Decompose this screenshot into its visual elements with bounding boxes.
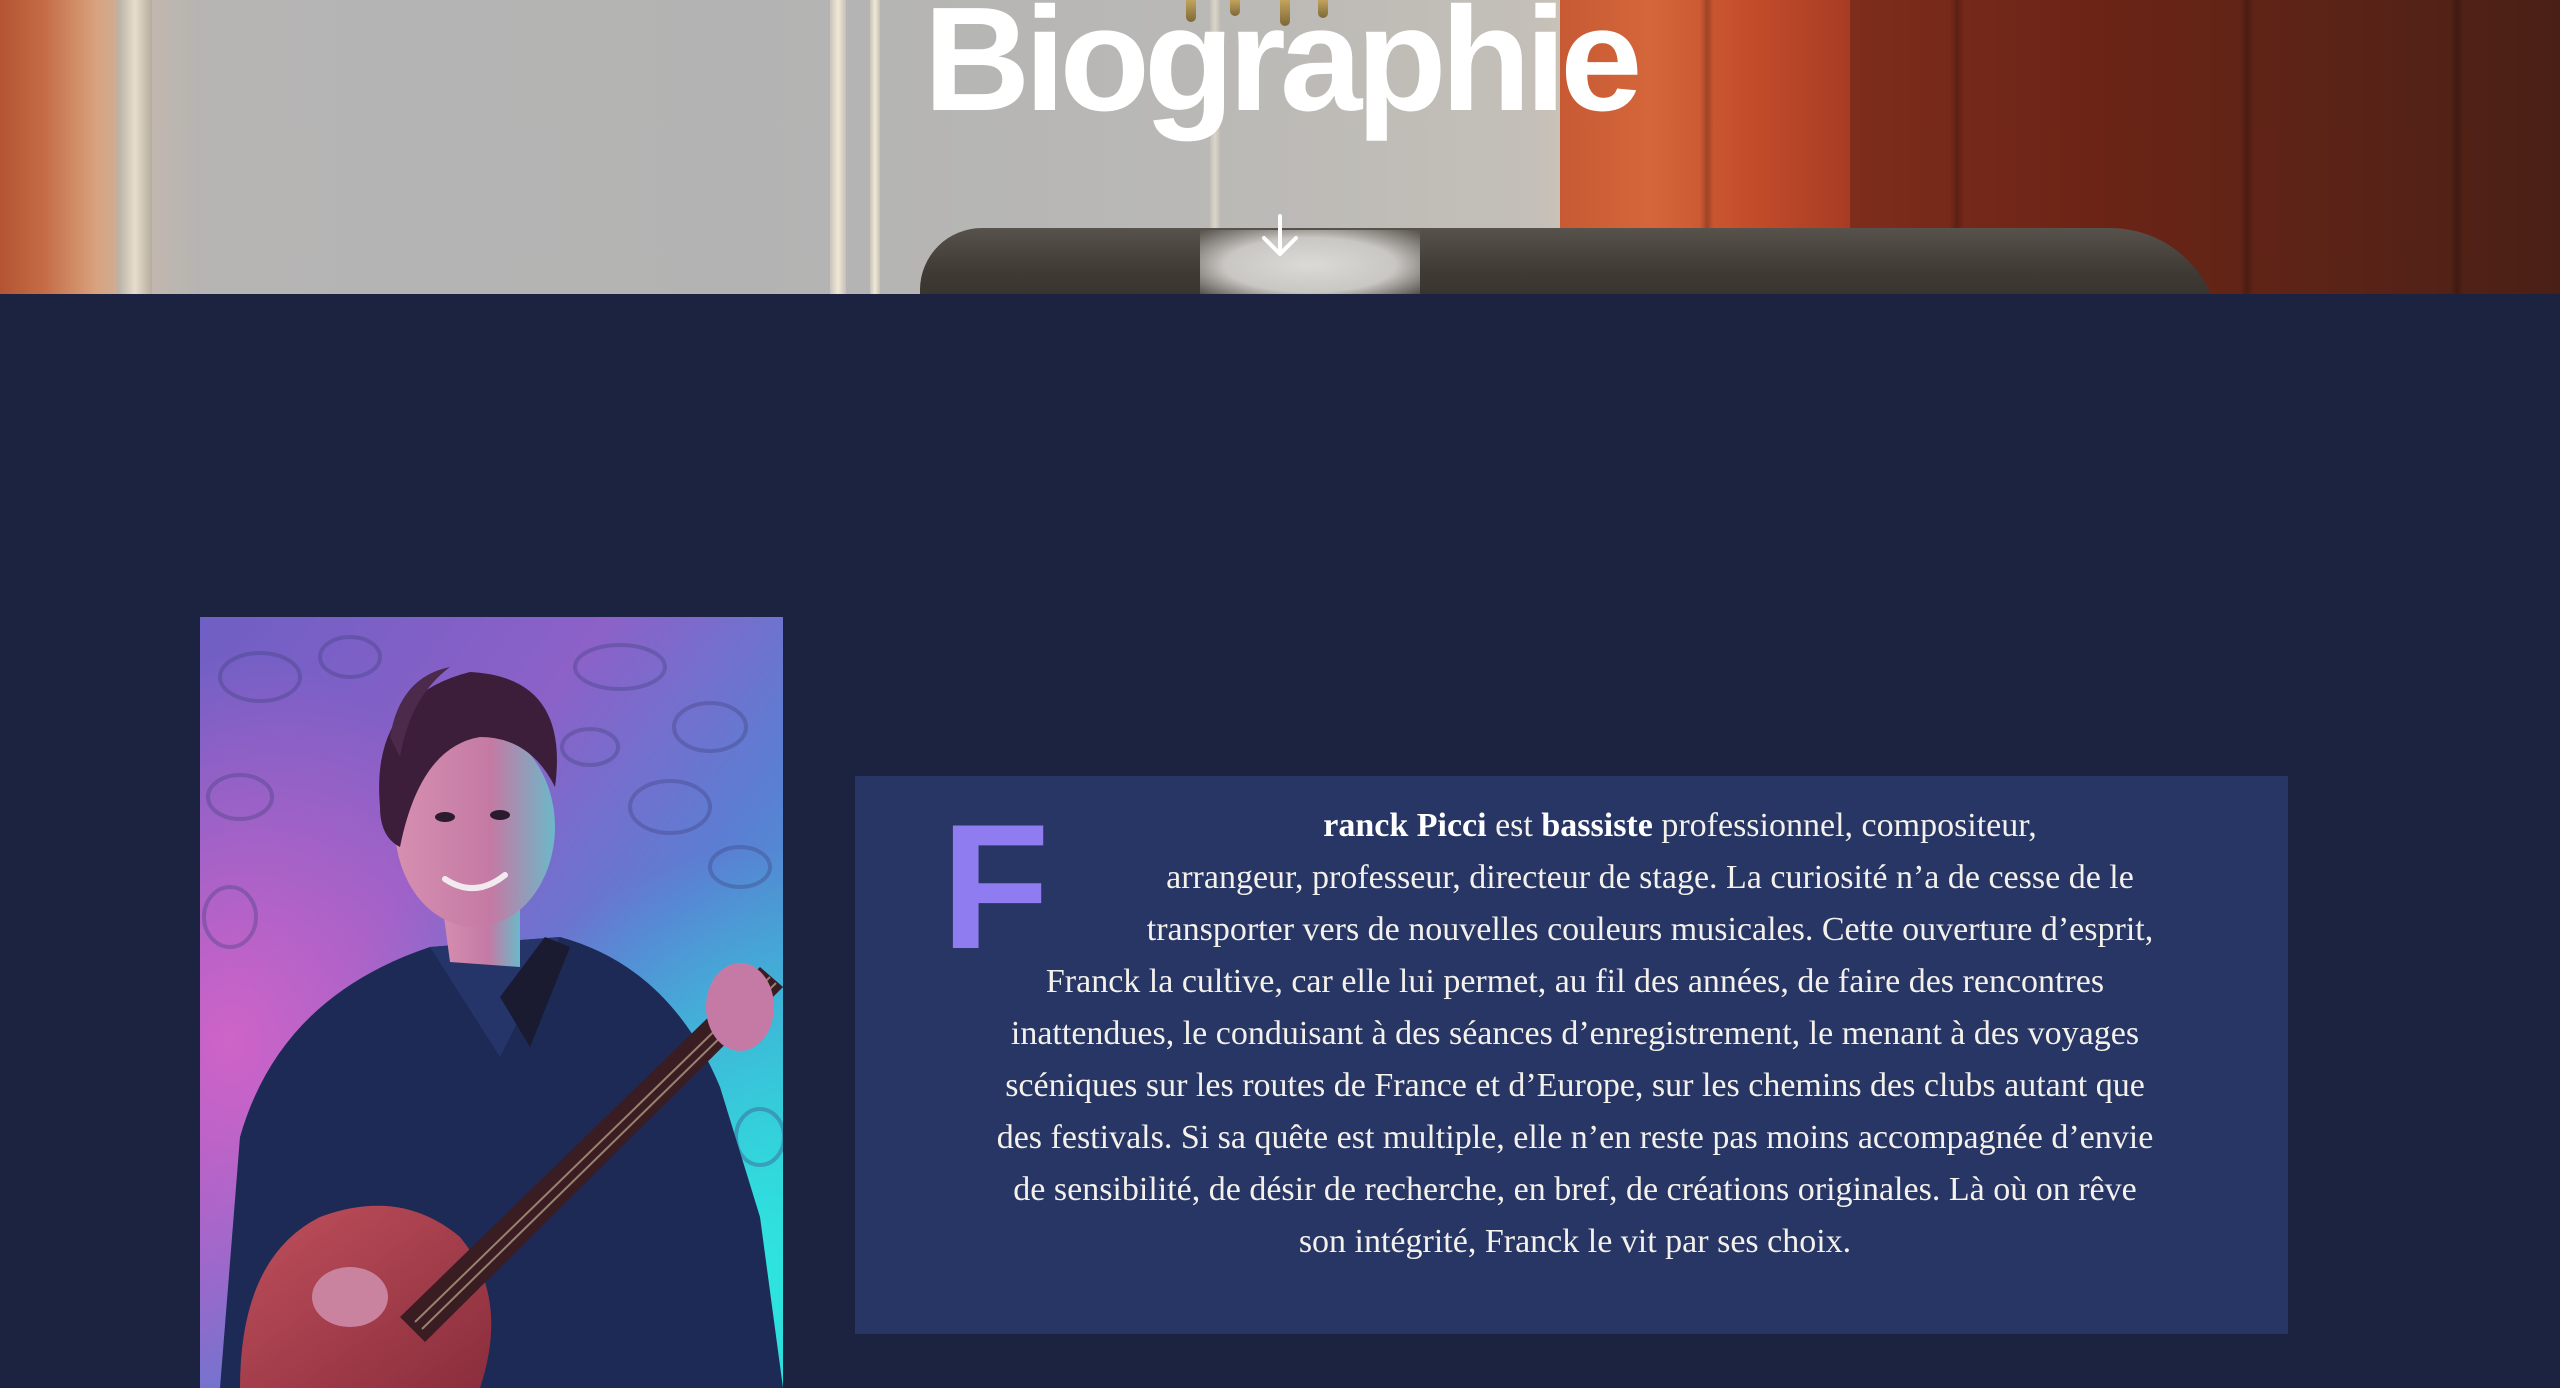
bio-text-fragment: est — [1486, 807, 1542, 844]
bio-line: Franck la cultive, car elle lui permet, … — [1045, 963, 2105, 1000]
biography-text: ranck Picci est bassiste professionnel, … — [925, 800, 2225, 1268]
artist-role: bassiste — [1541, 807, 1653, 844]
bio-line: ranck Picci est bassiste professionnel, … — [925, 800, 2225, 852]
hero-background-highlight — [1200, 230, 1420, 294]
hero-banner: Biographie — [0, 0, 2560, 294]
bio-line: transporter vers de nouvelles couleurs m… — [1146, 911, 2154, 948]
artist-name: ranck Picci — [1323, 807, 1487, 844]
bio-text-fragment: professionnel, compositeur, — [1652, 807, 2037, 844]
bio-line: scéniques sur les routes de France et d’… — [1005, 1067, 2145, 1104]
biography-card: F ranck Picci est bassiste professionnel… — [855, 776, 2288, 1334]
bio-line: inattendues, le conduisant à des séances… — [1010, 1015, 2140, 1052]
bio-line: son intégrité, Franck le vit par ses cho… — [1298, 1223, 1852, 1260]
arrow-down-icon[interactable] — [1258, 212, 1302, 260]
page-title: Biographie — [923, 0, 1643, 142]
bio-line: de sensibilité, de désir de recherche, e… — [1013, 1171, 2137, 1208]
bio-line: des festivals. Si sa quête est multiple,… — [996, 1119, 2154, 1156]
hero-background-sofa — [920, 228, 2220, 294]
bio-line: arrangeur, professeur, directeur de stag… — [1166, 859, 2134, 896]
portrait-photo — [200, 617, 783, 1388]
